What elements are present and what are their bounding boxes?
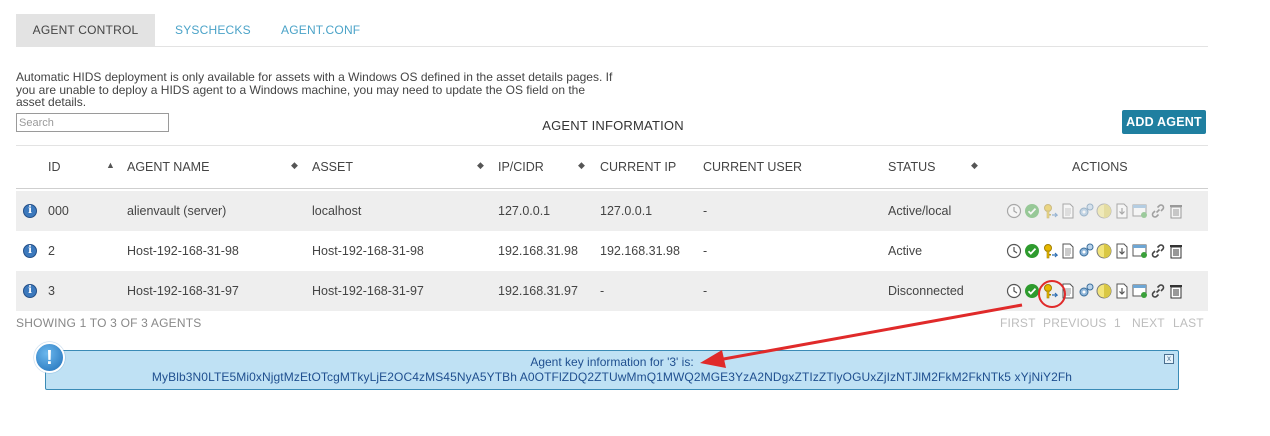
agent-id: 000 [48,204,69,218]
info-icon[interactable]: i [23,244,37,258]
gears-icon[interactable] [1078,283,1094,299]
key-icon[interactable] [1042,243,1058,259]
agent-key-value: MyBlb3N0LTE5Mi0xNjgtMzEtOTcgMTkyLjE2OC4z… [151,370,1073,384]
agent-current-ip: 192.168.31.98 [600,244,680,258]
agent-id: 2 [48,244,55,258]
pager-page[interactable]: 1 [1114,316,1121,330]
add-agent-button[interactable]: ADD AGENT [1122,110,1206,134]
tab-bar: AGENT CONTROL SYSCHECKS AGENT.CONF [16,14,1208,47]
agent-name: Host-192-168-31-98 [127,244,239,258]
tab-agent-control[interactable]: AGENT CONTROL [16,14,155,46]
pager-last[interactable]: LAST [1173,316,1204,330]
column-asset[interactable]: ASSET [312,160,353,174]
trash-icon[interactable] [1168,283,1184,299]
agent-status: Disconnected [888,284,964,298]
document-icon[interactable] [1060,203,1076,219]
agent-name: Host-192-168-31-97 [127,284,239,298]
agent-asset: Host-192-168-31-97 [312,284,424,298]
pager-first[interactable]: FIRST [1000,316,1036,330]
sort-icon[interactable]: ◆ [291,160,298,171]
agent-id: 3 [48,284,55,298]
document-icon[interactable] [1060,243,1076,259]
tab-syschecks[interactable]: SYSCHECKS [175,14,251,46]
table-row: i 3 Host-192-168-31-97 Host-192-168-31-9… [16,271,1208,311]
download-icon[interactable] [1114,203,1130,219]
column-ip-cidr[interactable]: IP/CIDR [498,160,544,174]
trash-icon[interactable] [1168,243,1184,259]
sort-icon[interactable]: ◆ [971,160,978,171]
pager-previous[interactable]: PREVIOUS [1043,316,1107,330]
agent-current-user: - [703,204,708,218]
circle-icon[interactable] [1096,243,1112,259]
close-icon[interactable]: x [1164,354,1174,364]
key-icon[interactable] [1042,203,1058,219]
agent-current-user: - [703,284,708,298]
link-icon[interactable] [1150,283,1166,299]
link-icon[interactable] [1150,203,1166,219]
download-icon[interactable] [1114,283,1130,299]
agent-status: Active/local [888,204,952,218]
check-icon[interactable] [1024,243,1040,259]
column-actions: ACTIONS [1072,160,1128,174]
agent-current-ip: - [600,284,605,298]
table-header: ID ▲ AGENT NAME ◆ ASSET ◆ IP/CIDR ◆ CURR… [16,145,1208,189]
agent-key-message: Agent key information for '3' is: MyBlb3… [45,350,1179,390]
table-caption: AGENT INFORMATION [542,118,684,133]
link-icon[interactable] [1150,243,1166,259]
sort-icon[interactable]: ◆ [477,160,484,171]
column-agent-name[interactable]: AGENT NAME [127,160,209,174]
table-row: i 2 Host-192-168-31-98 Host-192-168-31-9… [16,231,1208,271]
download-icon[interactable] [1114,243,1130,259]
pager-next[interactable]: NEXT [1132,316,1165,330]
alert-icon: ! [34,342,65,373]
agent-ip: 192.168.31.97 [498,284,578,298]
clock-icon[interactable] [1006,283,1022,299]
circle-icon[interactable] [1096,203,1112,219]
info-icon[interactable]: i [23,284,37,298]
window-icon[interactable] [1132,283,1148,299]
sort-icon[interactable]: ◆ [578,160,585,171]
search-input[interactable] [16,113,169,132]
agent-current-user: - [703,244,708,258]
agent-key-title: Agent key information for '3' is: [530,355,694,369]
check-icon[interactable] [1024,203,1040,219]
agent-current-ip: 127.0.0.1 [600,204,653,218]
table-row: i 000 alienvault (server) localhost 127.… [16,191,1208,231]
column-current-user: CURRENT USER [703,160,803,174]
sort-asc-icon[interactable]: ▲ [106,160,115,170]
circle-icon[interactable] [1096,283,1112,299]
window-icon[interactable] [1132,243,1148,259]
tab-agent-conf[interactable]: AGENT.CONF [281,14,360,46]
agent-name: alienvault (server) [127,204,227,218]
trash-icon[interactable] [1168,203,1184,219]
agent-ip: 192.168.31.98 [498,244,578,258]
gears-icon[interactable] [1078,203,1094,219]
agent-status: Active [888,244,923,258]
gears-icon[interactable] [1078,243,1094,259]
agent-ip: 127.0.0.1 [498,204,551,218]
agent-asset: localhost [312,204,362,218]
highlight-circle [1038,280,1066,308]
window-icon[interactable] [1132,203,1148,219]
column-id[interactable]: ID [48,160,61,174]
clock-icon[interactable] [1006,243,1022,259]
agent-asset: Host-192-168-31-98 [312,244,424,258]
clock-icon[interactable] [1006,203,1022,219]
column-status[interactable]: STATUS [888,160,935,174]
column-current-ip: CURRENT IP [600,160,677,174]
showing-count: SHOWING 1 TO 3 OF 3 AGENTS [16,316,202,330]
info-icon[interactable]: i [23,204,37,218]
deployment-notice: Automatic HIDS deployment is only availa… [16,70,613,109]
